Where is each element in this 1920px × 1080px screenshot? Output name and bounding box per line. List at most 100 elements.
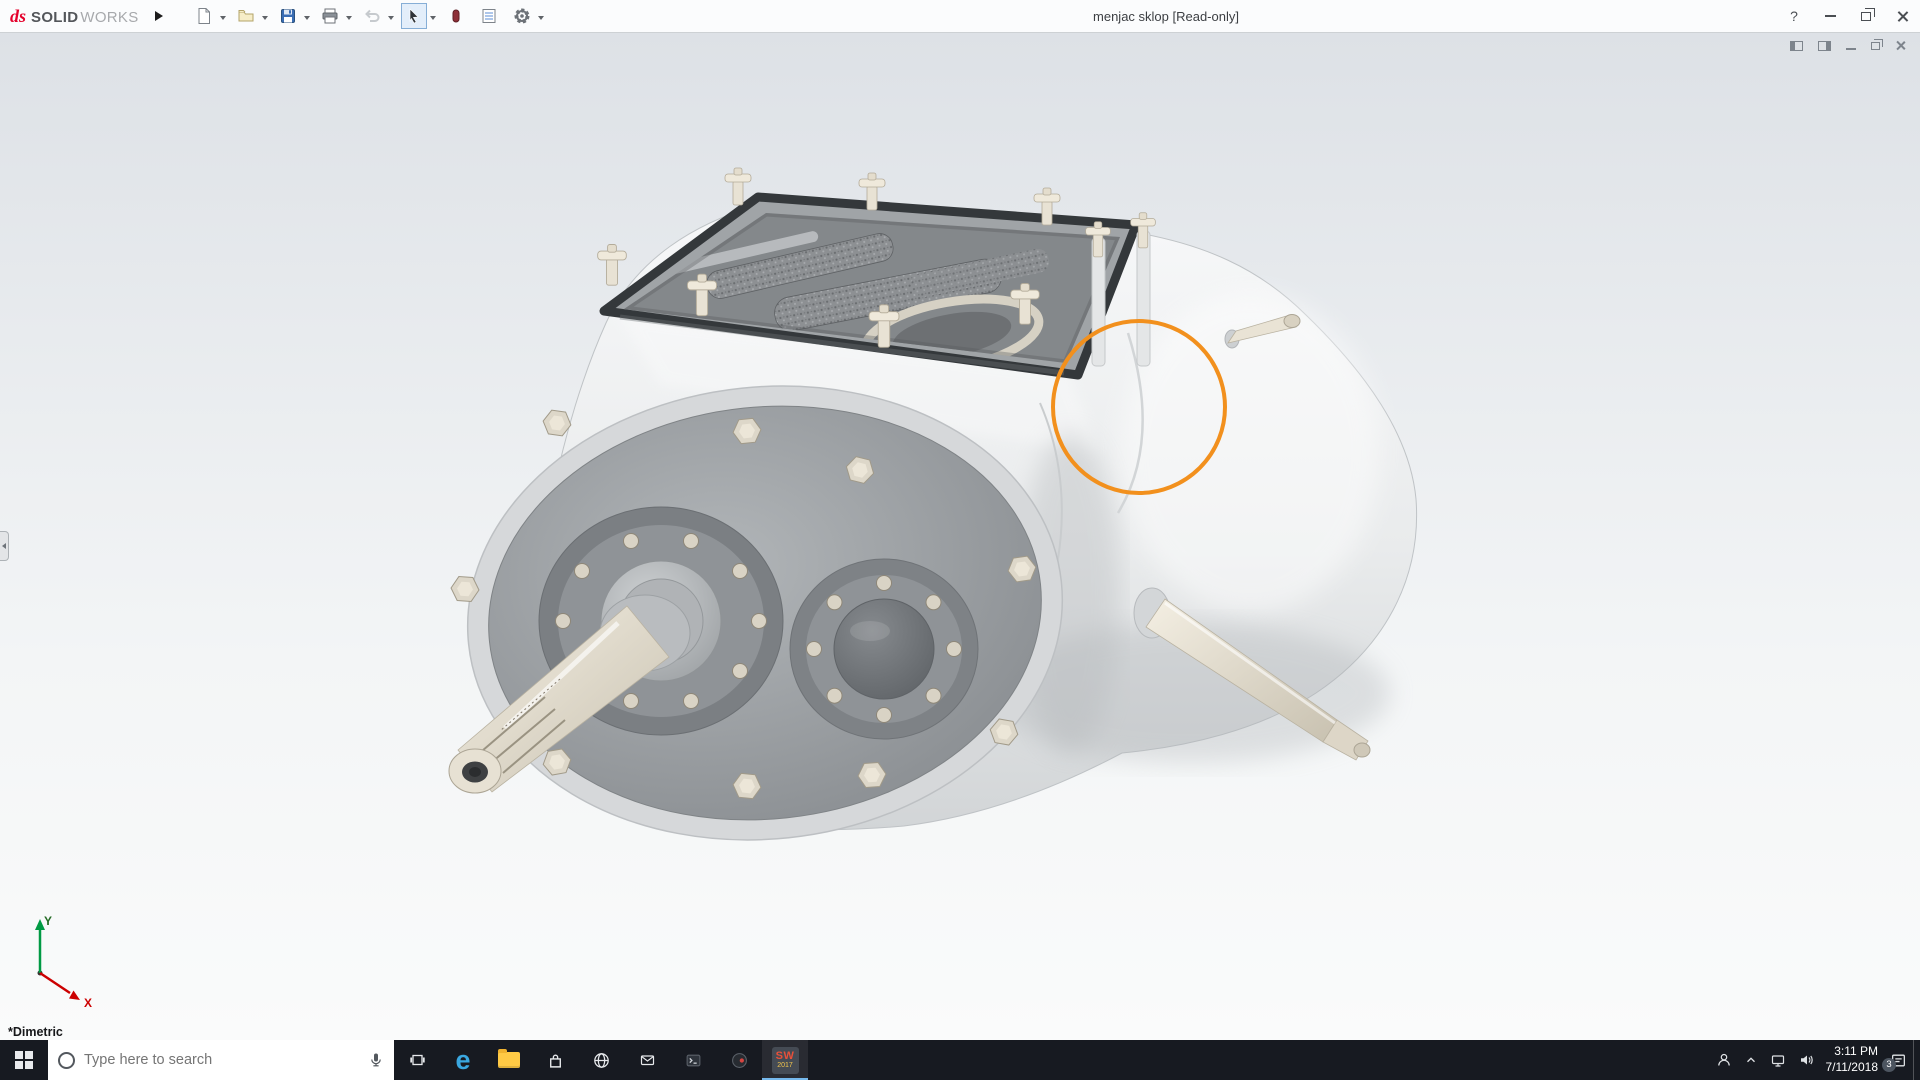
task-view-icon	[409, 1054, 425, 1066]
taskbar-app-file-explorer[interactable]	[486, 1040, 532, 1080]
mail-envelope-icon	[640, 1055, 654, 1066]
pane-left-icon	[1790, 40, 1803, 51]
save-button[interactable]	[275, 3, 301, 29]
undo-arrow-icon	[364, 9, 380, 22]
show-desktop-button[interactable]	[1913, 1040, 1920, 1080]
chevron-down-icon[interactable]	[429, 15, 436, 23]
window-controls: ?	[1776, 0, 1920, 32]
file-explorer-icon	[498, 1049, 520, 1068]
taskbar-app-mail[interactable]	[624, 1040, 670, 1080]
solidworks-app-icon: SW 2017	[771, 1046, 799, 1074]
action-center-button[interactable]: 3	[1882, 1052, 1907, 1072]
toolbar-expander-button[interactable]	[154, 11, 163, 21]
save-floppy-icon	[280, 9, 295, 23]
close-icon	[1896, 10, 1909, 23]
taskbar-app-browser[interactable]	[578, 1040, 624, 1080]
clock-date: 7/11/2018	[1825, 1060, 1879, 1074]
open-document-button[interactable]	[233, 3, 259, 29]
undo-button[interactable]	[359, 3, 385, 29]
close-icon	[1895, 40, 1906, 51]
taskbar-clock[interactable]: 3:11 PM 7/11/2018	[1826, 1044, 1879, 1075]
logo-text-works: WORKS	[80, 8, 139, 26]
panel-collapse-tab[interactable]	[0, 531, 9, 561]
document-window-controls	[1790, 38, 1906, 51]
taskbar-app-media[interactable]	[716, 1040, 762, 1080]
restore-icon	[1871, 38, 1883, 50]
taskbar-app-terminal[interactable]	[670, 1040, 716, 1080]
new-document-button[interactable]	[191, 3, 217, 29]
edge-browser-icon: e	[455, 1044, 471, 1075]
network-icon	[1771, 1055, 1784, 1067]
chevron-down-icon[interactable]	[261, 15, 268, 23]
triad-y-label: Y	[44, 914, 52, 928]
file-properties-icon	[482, 9, 496, 23]
people-icon	[1717, 1053, 1730, 1066]
logo-text-solid: SOLID	[31, 8, 79, 26]
chevron-down-icon[interactable]	[537, 15, 544, 23]
volume-button[interactable]	[1798, 1052, 1814, 1068]
options-button[interactable]	[509, 3, 535, 29]
minimize-icon	[1846, 48, 1856, 50]
windows-logo-icon	[15, 1051, 33, 1069]
select-tool-button[interactable]	[400, 3, 427, 29]
solidworks-badge-top: SW	[775, 1050, 795, 1062]
pane-toggle-left-button[interactable]	[1790, 40, 1803, 51]
minimize-document-button[interactable]	[1846, 41, 1856, 50]
cortana-circle-icon	[58, 1051, 75, 1069]
xpress-products-icon	[452, 9, 460, 23]
restore-icon	[1861, 7, 1875, 21]
triad-x-label: X	[84, 996, 92, 1010]
people-button[interactable]	[1716, 1052, 1732, 1068]
task-view-button[interactable]	[394, 1040, 440, 1080]
taskbar-app-solidworks-2017[interactable]: SW 2017	[762, 1040, 808, 1080]
search-input[interactable]	[84, 1052, 359, 1068]
triad-x-arrow	[69, 990, 80, 1000]
open-folder-icon	[238, 10, 254, 22]
gear-icon	[514, 8, 530, 24]
browser-globe-icon	[593, 1052, 609, 1068]
orientation-triad[interactable]: Y X	[35, 914, 92, 1010]
select-cursor-icon	[409, 8, 419, 24]
dassault-ds-icon: ds	[10, 5, 27, 26]
view-orientation-label: *Dimetric	[8, 1025, 63, 1039]
hidden-icons-button[interactable]	[1744, 1053, 1758, 1067]
microphone-icon[interactable]	[368, 1052, 384, 1068]
minimize-button[interactable]	[1812, 0, 1848, 32]
clock-time: 3:11 PM	[1834, 1044, 1878, 1059]
taskbar-app-edge[interactable]: e	[440, 1040, 486, 1080]
minimize-icon	[1824, 15, 1836, 17]
new-document-icon	[198, 8, 210, 24]
pane-toggle-right-button[interactable]	[1818, 40, 1831, 51]
taskbar: e	[0, 1040, 1920, 1080]
gearbox-model[interactable]: Y X	[0, 33, 1920, 1040]
media-app-icon	[731, 1052, 747, 1068]
titlebar: ds SOLID WORKS menjac sklop [Read-only] …	[0, 0, 1920, 33]
taskbar-app-store[interactable]	[532, 1040, 578, 1080]
chevron-up-icon	[1746, 1057, 1755, 1063]
play-arrow-icon	[154, 11, 163, 21]
chevron-down-icon[interactable]	[303, 15, 310, 23]
restore-document-button[interactable]	[1871, 38, 1883, 50]
document-title: menjac sklop [Read-only]	[1093, 8, 1239, 24]
chevron-down-icon[interactable]	[387, 15, 394, 23]
system-tray: 3:11 PM 7/11/2018 3	[1716, 1040, 1914, 1080]
network-button[interactable]	[1770, 1052, 1786, 1068]
printer-icon	[322, 8, 338, 24]
taskbar-search[interactable]	[48, 1040, 394, 1080]
close-document-button[interactable]	[1895, 40, 1906, 51]
restore-button[interactable]	[1848, 0, 1884, 32]
chevron-down-icon[interactable]	[219, 15, 226, 23]
terminal-icon	[686, 1054, 700, 1066]
close-button[interactable]	[1884, 0, 1920, 32]
xpress-products-button[interactable]	[443, 3, 469, 29]
output-bearing-flange[interactable]	[789, 558, 979, 740]
chevron-down-icon[interactable]	[345, 15, 352, 23]
graphics-area[interactable]: Y X *Dimetric	[0, 33, 1920, 1040]
print-button[interactable]	[317, 3, 343, 29]
help-button[interactable]: ?	[1776, 8, 1812, 24]
volume-icon	[1800, 1055, 1813, 1065]
triad-x-axis	[39, 971, 71, 995]
start-button[interactable]	[0, 1040, 48, 1080]
file-properties-button[interactable]	[476, 3, 502, 29]
notification-badge: 3	[1882, 1057, 1896, 1072]
